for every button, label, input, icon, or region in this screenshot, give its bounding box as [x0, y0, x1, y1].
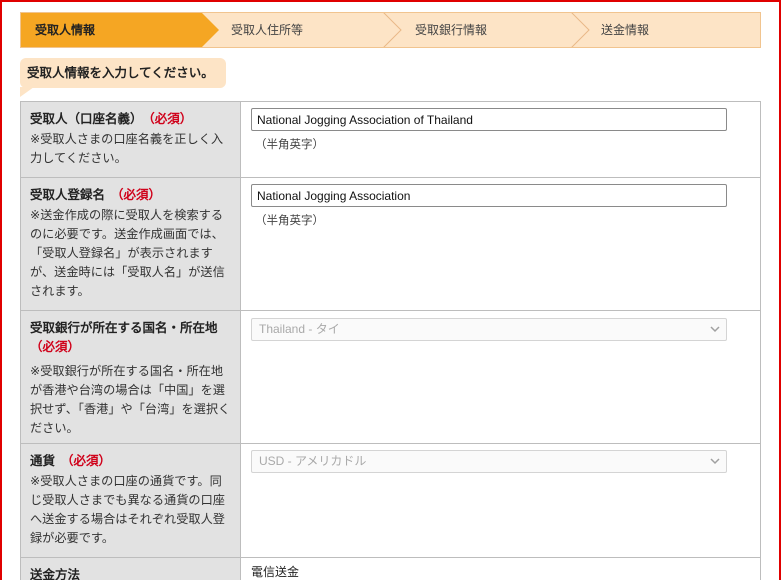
step-label: 受取人情報	[35, 23, 96, 37]
bank-country-select[interactable]: Thailand - タイ	[251, 318, 727, 341]
step-recipient-info: 受取人情報	[21, 13, 201, 47]
step-bank-info: 受取銀行情報	[401, 13, 581, 47]
window-frame: 受取人情報 受取人住所等 受取銀行情報 送金情報 受取人情報を入力してください。…	[0, 0, 781, 580]
instruction-bubble: 受取人情報を入力してください。	[20, 58, 226, 88]
required-mark: （必須）	[148, 111, 193, 126]
currency-select[interactable]: USD - アメリカドル	[251, 450, 727, 473]
form-row-method: 送金方法 電信送金	[21, 558, 760, 580]
chevron-down-icon	[710, 326, 720, 333]
value-cell: USD - アメリカドル	[241, 444, 760, 557]
registered-name-input[interactable]	[251, 184, 727, 207]
required-mark: （必須）	[61, 453, 112, 468]
account-name-input[interactable]	[251, 108, 727, 131]
field-title-text: 受取人登録名	[30, 187, 106, 202]
method-value: 電信送金	[251, 565, 300, 579]
label-cell: 送金方法	[21, 558, 241, 580]
field-title-text: 受取銀行が所在する国名・所在地	[30, 320, 218, 335]
step-label: 送金情報	[601, 23, 650, 37]
step-remittance-info: 送金情報	[587, 13, 760, 47]
field-note: ※受取人さまの口座の通貨です。同じ受取人さまでも異なる通貨の口座へ送金する場合は…	[30, 474, 225, 545]
value-cell: 電信送金	[241, 558, 760, 580]
form-row-currency: 通貨 （必須） ※受取人さまの口座の通貨です。同じ受取人さまでも異なる通貨の口座へ…	[21, 444, 760, 558]
field-title: 受取銀行が所在する国名・所在地 （必須）	[30, 318, 232, 356]
progress-steps: 受取人情報 受取人住所等 受取銀行情報 送金情報	[20, 12, 761, 48]
selected-value: Thailand - タイ	[259, 322, 340, 336]
step-label: 受取銀行情報	[415, 23, 488, 37]
value-cell: Thailand - タイ	[241, 311, 760, 443]
label-cell: 受取銀行が所在する国名・所在地 （必須） ※受取銀行が所在する国名・所在地が香港や…	[21, 311, 241, 443]
field-title: 通貨 （必須）	[30, 451, 232, 470]
step-recipient-address: 受取人住所等	[217, 13, 397, 47]
value-cell: （半角英字）	[241, 102, 760, 177]
field-title-text: 通貨	[30, 453, 56, 468]
required-mark: （必須）	[111, 187, 162, 202]
chevron-down-icon	[710, 458, 720, 465]
input-hint: （半角英字）	[255, 137, 324, 151]
step-label: 受取人住所等	[231, 23, 304, 37]
field-note: ※受取銀行が所在する国名・所在地が香港や台湾の場合は「中国」を選択せず、「香港」…	[30, 364, 231, 435]
form-row-bank-country: 受取銀行が所在する国名・所在地 （必須） ※受取銀行が所在する国名・所在地が香港や…	[21, 311, 760, 444]
label-cell: 通貨 （必須） ※受取人さまの口座の通貨です。同じ受取人さまでも異なる通貨の口座へ…	[21, 444, 241, 557]
form-row-registered-name: 受取人登録名 （必須） ※送金作成の際に受取人を検索するのに必要です。送金作成画面…	[21, 178, 760, 311]
field-title-text: 受取人（口座名義）	[30, 111, 143, 126]
step-arrow-icon	[383, 13, 402, 47]
form-row-account-name: 受取人（口座名義） （必須） ※受取人さまの口座名義を正しく入力してください。 （…	[21, 102, 760, 178]
field-title: 受取人（口座名義） （必須）	[30, 109, 232, 128]
required-mark: （必須）	[30, 339, 81, 354]
label-cell: 受取人登録名 （必須） ※送金作成の際に受取人を検索するのに必要です。送金作成画面…	[21, 178, 241, 310]
value-cell: （半角英字）	[241, 178, 760, 310]
field-title: 送金方法	[30, 567, 81, 580]
bubble-tail	[20, 87, 34, 97]
field-note: ※送金作成の際に受取人を検索するのに必要です。送金作成画面では、「受取人登録名」…	[30, 208, 225, 298]
selected-value: USD - アメリカドル	[259, 454, 367, 468]
field-note: ※受取人さまの口座名義を正しく入力してください。	[30, 132, 224, 165]
field-title: 受取人登録名 （必須）	[30, 185, 232, 204]
recipient-form: 受取人（口座名義） （必須） ※受取人さまの口座名義を正しく入力してください。 （…	[20, 101, 761, 580]
label-cell: 受取人（口座名義） （必須） ※受取人さまの口座名義を正しく入力してください。	[21, 102, 241, 177]
input-hint: （半角英字）	[255, 213, 324, 227]
